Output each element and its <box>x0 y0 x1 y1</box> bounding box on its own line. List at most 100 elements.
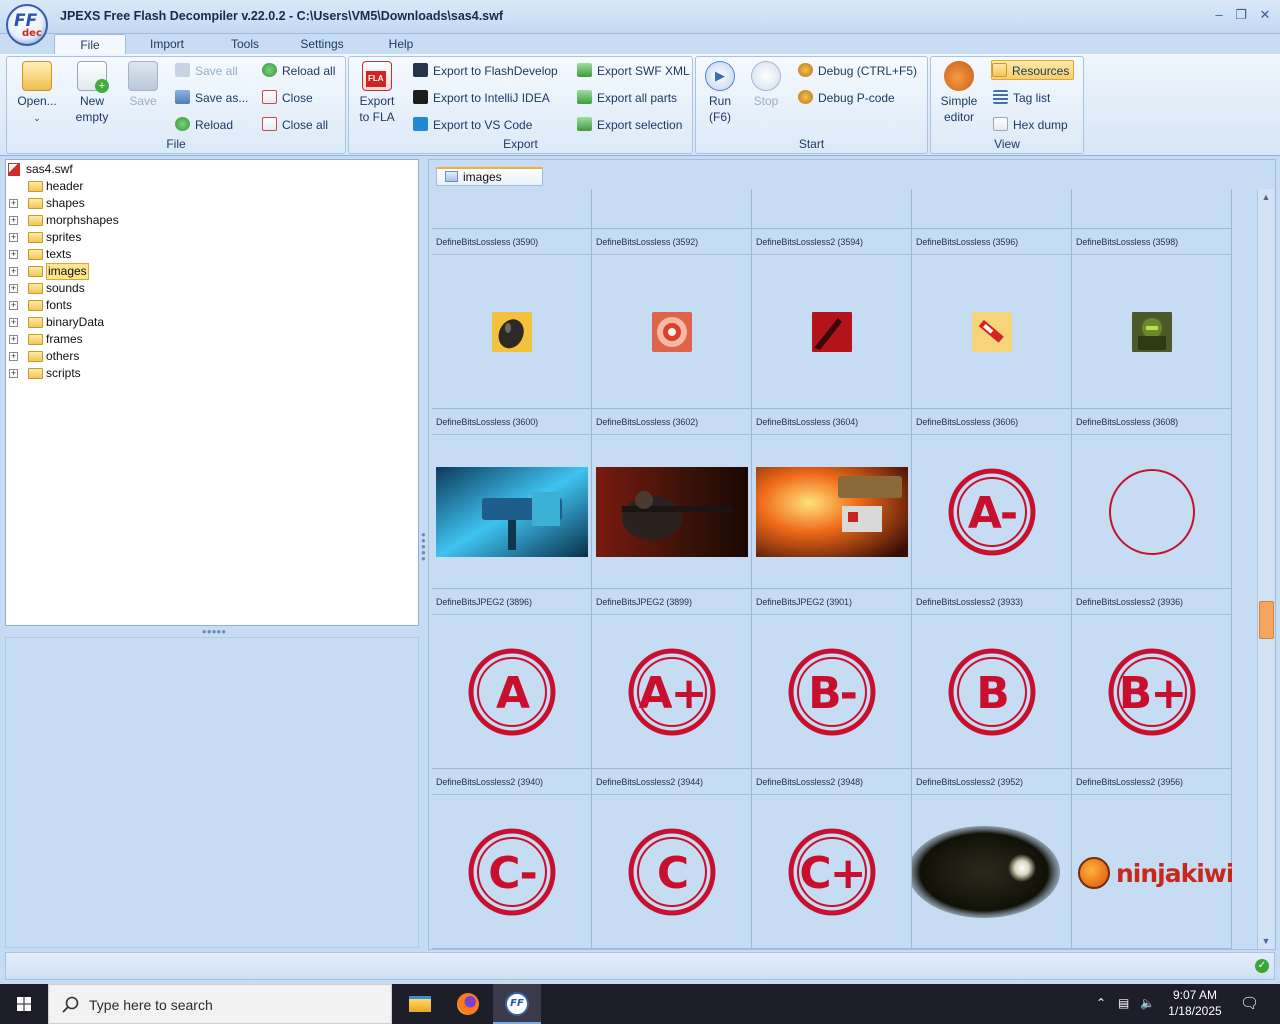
expand-icon[interactable]: + <box>9 250 18 259</box>
syringe-icon <box>912 255 1072 409</box>
image-cell-label: DefineBitsJPEG2 (3901) <box>752 589 912 615</box>
export-group: FLA Export to FLA Export to FlashDevelop… <box>348 56 693 154</box>
image-cell-partial[interactable] <box>592 189 752 229</box>
image-cell-partial[interactable] <box>912 189 1072 229</box>
image-cell[interactable]: DefineBitsLossless2 (3936) B+ <box>1072 589 1232 769</box>
save-button[interactable]: Save <box>121 61 165 109</box>
start-button[interactable] <box>0 984 48 1024</box>
image-cell-partial[interactable] <box>432 189 592 229</box>
hex-dump-button[interactable]: Hex dump <box>993 115 1068 135</box>
tab-help[interactable]: Help <box>378 34 424 54</box>
tab-import[interactable]: Import <box>140 34 194 54</box>
minimize-button[interactable]: – <box>1208 7 1230 25</box>
image-cell[interactable]: DefineBitsLossless (3596) <box>912 229 1072 409</box>
export-vscode-button[interactable]: Export to VS Code <box>413 115 532 135</box>
save-as-button[interactable]: Save as... <box>175 88 248 108</box>
vertical-splitter[interactable]: ● ● ● ● ● <box>421 531 427 572</box>
volume-icon[interactable]: 🔈 <box>1140 996 1155 1010</box>
image-cell[interactable]: DefineBitsLossless (3592) <box>592 229 752 409</box>
taskbar-search[interactable]: Type here to search <box>48 984 392 1024</box>
image-cell[interactable]: DefineBitsLossless (3590) <box>432 229 592 409</box>
scroll-thumb[interactable] <box>1259 601 1274 639</box>
expand-icon[interactable]: + <box>9 199 18 208</box>
network-icon[interactable]: ▤ <box>1118 996 1129 1010</box>
open-button[interactable]: Open... ⌄ <box>11 61 63 126</box>
export-fla-button[interactable]: FLA Export to FLA <box>355 61 399 125</box>
tag-list-button[interactable]: Tag list <box>993 88 1050 108</box>
expand-icon[interactable]: + <box>9 352 18 361</box>
clock[interactable]: 9:07 AM 1/18/2025 <box>1160 987 1230 1019</box>
scroll-up-arrow-icon[interactable]: ▲ <box>1258 189 1274 205</box>
reload-button[interactable]: Reload <box>175 115 233 135</box>
image-cell-partial[interactable] <box>752 189 912 229</box>
image-cell[interactable]: DefineBitsLossless2 (3594) <box>752 229 912 409</box>
grade-text: B- <box>808 668 858 719</box>
tab-images[interactable]: images <box>436 167 543 186</box>
reload-all-button[interactable]: Reload all <box>262 61 335 81</box>
debug-button[interactable]: Debug (CTRL+F5) <box>798 61 917 81</box>
expand-icon[interactable]: + <box>9 233 18 242</box>
expand-icon[interactable]: + <box>9 301 18 310</box>
image-cell[interactable]: DefineBitsLossless (3608) <box>1072 409 1232 589</box>
firefox-taskbar-button[interactable] <box>444 984 492 1024</box>
resources-button[interactable]: Resources <box>991 60 1075 80</box>
image-cell[interactable]: DefineBitsLossless (3602) <box>592 409 752 589</box>
tray-chevron-icon[interactable]: ⌃ <box>1096 996 1106 1010</box>
grade-text: A+ <box>638 668 708 719</box>
logo-dec-text: dec <box>22 28 42 39</box>
save-all-button[interactable]: Save all <box>175 61 238 81</box>
image-cell[interactable]: DefineBitsJPEG2 (3896) A <box>432 589 592 769</box>
image-cell[interactable]: DefineBitsLossless2 (3948) C+ <box>752 769 912 949</box>
stop-icon <box>751 61 781 91</box>
folder-icon <box>28 198 43 209</box>
run-button[interactable]: ▶ Run (F6) <box>700 61 740 125</box>
file-explorer-taskbar-button[interactable] <box>396 984 444 1024</box>
expand-icon[interactable]: + <box>9 369 18 378</box>
stop-button[interactable]: Stop <box>746 61 786 109</box>
expand-icon[interactable]: + <box>9 335 18 344</box>
start-group: ▶ Run (F6) Stop Debug (CTRL+F5) Debug P-… <box>695 56 928 154</box>
image-cell[interactable]: DefineBitsLossless2 (3944) C <box>592 769 752 949</box>
simple-editor-button[interactable]: Simple editor <box>935 61 983 125</box>
tab-file[interactable]: File <box>54 34 126 54</box>
tab-settings[interactable]: Settings <box>292 34 352 54</box>
horizontal-splitter[interactable]: ●●●●● <box>194 627 234 636</box>
image-cell[interactable]: DefineBitsJPEG2 (3901) B- <box>752 589 912 769</box>
export-all-parts-button[interactable]: Export all parts <box>577 88 677 108</box>
close-button[interactable]: ✕ <box>1254 7 1276 25</box>
image-cell[interactable]: DefineBitsLossless (3600) <box>432 409 592 589</box>
export-intellij-button[interactable]: Export to IntelliJ IDEA <box>413 88 550 108</box>
new-empty-button[interactable]: + New empty <box>67 61 117 125</box>
image-cell[interactable]: DefineBitsLossless2 (3940) C- <box>432 769 592 949</box>
tab-tools[interactable]: Tools <box>220 34 270 54</box>
export-swf-xml-button[interactable]: Export SWF XML <box>577 61 690 81</box>
expand-icon[interactable]: + <box>9 284 18 293</box>
export-flashdevelop-button[interactable]: Export to FlashDevelop <box>413 61 558 81</box>
close-file-button[interactable]: Close <box>262 88 313 108</box>
image-cell[interactable]: DefineBitsLossless2 (3956) ninjakiwi <box>1072 769 1232 949</box>
image-cell[interactable]: DefineBitsLossless (3606) A- <box>912 409 1072 589</box>
expand-icon[interactable]: + <box>9 267 18 276</box>
image-cell-label: DefineBitsLossless (3606) <box>912 409 1072 435</box>
image-cell-partial[interactable] <box>1072 189 1232 229</box>
image-cell[interactable]: DefineBitsLossless (3604) <box>752 409 912 589</box>
reload-label: Reload <box>195 118 234 132</box>
expand-icon[interactable]: + <box>9 216 18 225</box>
scroll-down-arrow-icon[interactable]: ▼ <box>1258 933 1274 949</box>
image-cell[interactable]: DefineBitsJPEG2 (3899) A+ <box>592 589 752 769</box>
debug-pcode-button[interactable]: Debug P-code <box>798 88 895 108</box>
close-all-button[interactable]: Close all <box>262 115 328 135</box>
jpexs-taskbar-button[interactable]: FF <box>493 984 541 1024</box>
image-cell[interactable]: DefineBitsLossless (3598) <box>1072 229 1232 409</box>
resource-tree[interactable]: sas4.swf header + shapes + morphshapes + sprit… <box>5 159 419 626</box>
image-cell[interactable]: DefineBitsLossless2 (3952) <box>912 769 1072 949</box>
export-selection-button[interactable]: Export selection <box>577 115 682 135</box>
soldier-icon <box>1072 255 1232 409</box>
maximize-button[interactable]: ❐ <box>1230 7 1252 25</box>
notifications-icon[interactable]: 🗨 <box>1240 994 1259 1012</box>
grid-scrollbar[interactable]: ▲ ▼ <box>1257 189 1274 949</box>
image-cell[interactable]: DefineBitsLossless2 (3933) B <box>912 589 1072 769</box>
play-icon: ▶ <box>705 61 735 91</box>
expand-icon[interactable]: + <box>9 318 18 327</box>
app-logo-icon[interactable]: FF dec <box>6 4 48 46</box>
